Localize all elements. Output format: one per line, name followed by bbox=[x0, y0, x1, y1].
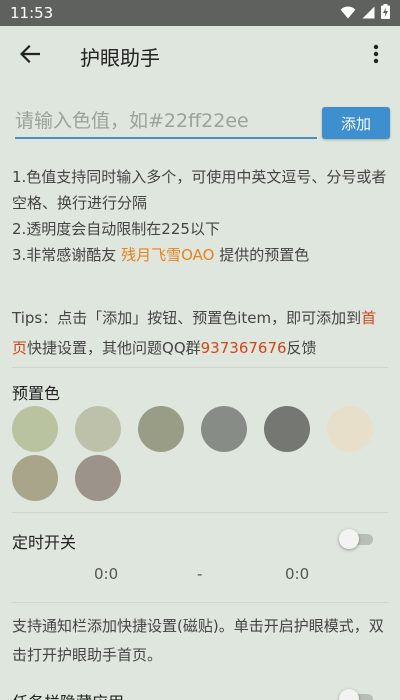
add-button[interactable]: 添加 bbox=[322, 107, 390, 139]
color-input-row: 添加 bbox=[15, 105, 390, 141]
presets-title: 预置色 bbox=[12, 384, 61, 403]
status-time: 11:53 bbox=[10, 4, 54, 22]
preset-swatch[interactable] bbox=[327, 406, 373, 452]
app-bar: 护眼助手 bbox=[0, 26, 400, 86]
hide-task-title: 任务栏隐藏应用 bbox=[12, 689, 124, 700]
tips-text: Tips：点击「添加」按钮、预置色item，即可添加到首页快捷设置，其他问题QQ… bbox=[12, 309, 377, 357]
preset-swatch[interactable] bbox=[12, 455, 58, 501]
preset-swatch[interactable] bbox=[138, 406, 184, 452]
color-value-input[interactable] bbox=[15, 105, 317, 139]
arrow-left-icon bbox=[19, 44, 41, 67]
more-vert-icon bbox=[373, 44, 379, 68]
hide-task-toggle[interactable] bbox=[339, 689, 377, 700]
status-bar: 11:53 bbox=[0, 0, 400, 26]
timer-title: 定时开关 bbox=[12, 533, 77, 552]
timer-toggle[interactable] bbox=[339, 529, 377, 549]
more-options-button[interactable] bbox=[352, 26, 400, 86]
timer-separator: - bbox=[197, 565, 203, 583]
preset-swatch[interactable] bbox=[75, 455, 121, 501]
preset-swatch[interactable] bbox=[75, 406, 121, 452]
divider bbox=[12, 512, 388, 513]
divider bbox=[12, 602, 388, 603]
preset-swatch[interactable] bbox=[264, 406, 310, 452]
preset-swatch[interactable] bbox=[12, 406, 58, 452]
battery-charging-icon bbox=[381, 3, 390, 23]
contributor-name: 残月飞雪OAO bbox=[121, 246, 215, 264]
instructions: 1.色值支持同时输入多个，可使用中英文逗号、分号或者空格、换行进行分隔 2.透明… bbox=[12, 164, 390, 268]
page-title: 护眼助手 bbox=[80, 45, 160, 70]
signal-icon bbox=[362, 4, 375, 23]
back-button[interactable] bbox=[0, 26, 60, 86]
preset-swatch[interactable] bbox=[201, 406, 247, 452]
timer-start-time[interactable]: 0:0 bbox=[94, 565, 118, 583]
note-1: 1.色值支持同时输入多个，可使用中英文逗号、分号或者空格、换行进行分隔 bbox=[12, 168, 387, 212]
tile-description: 支持通知栏添加快捷设置(磁贴)。单击开启护眼模式，双击打开护眼助手首页。 bbox=[12, 617, 384, 664]
wifi-icon bbox=[340, 4, 356, 23]
timer-end-time[interactable]: 0:0 bbox=[285, 565, 309, 583]
qq-group-number: 937367676 bbox=[200, 339, 287, 357]
note-2: 2.透明度会自动限制在225以下 bbox=[12, 220, 220, 238]
note-3: 3.非常感谢酷友 残月飞雪OAO 提供的预置色 bbox=[12, 246, 310, 264]
divider bbox=[12, 367, 388, 368]
